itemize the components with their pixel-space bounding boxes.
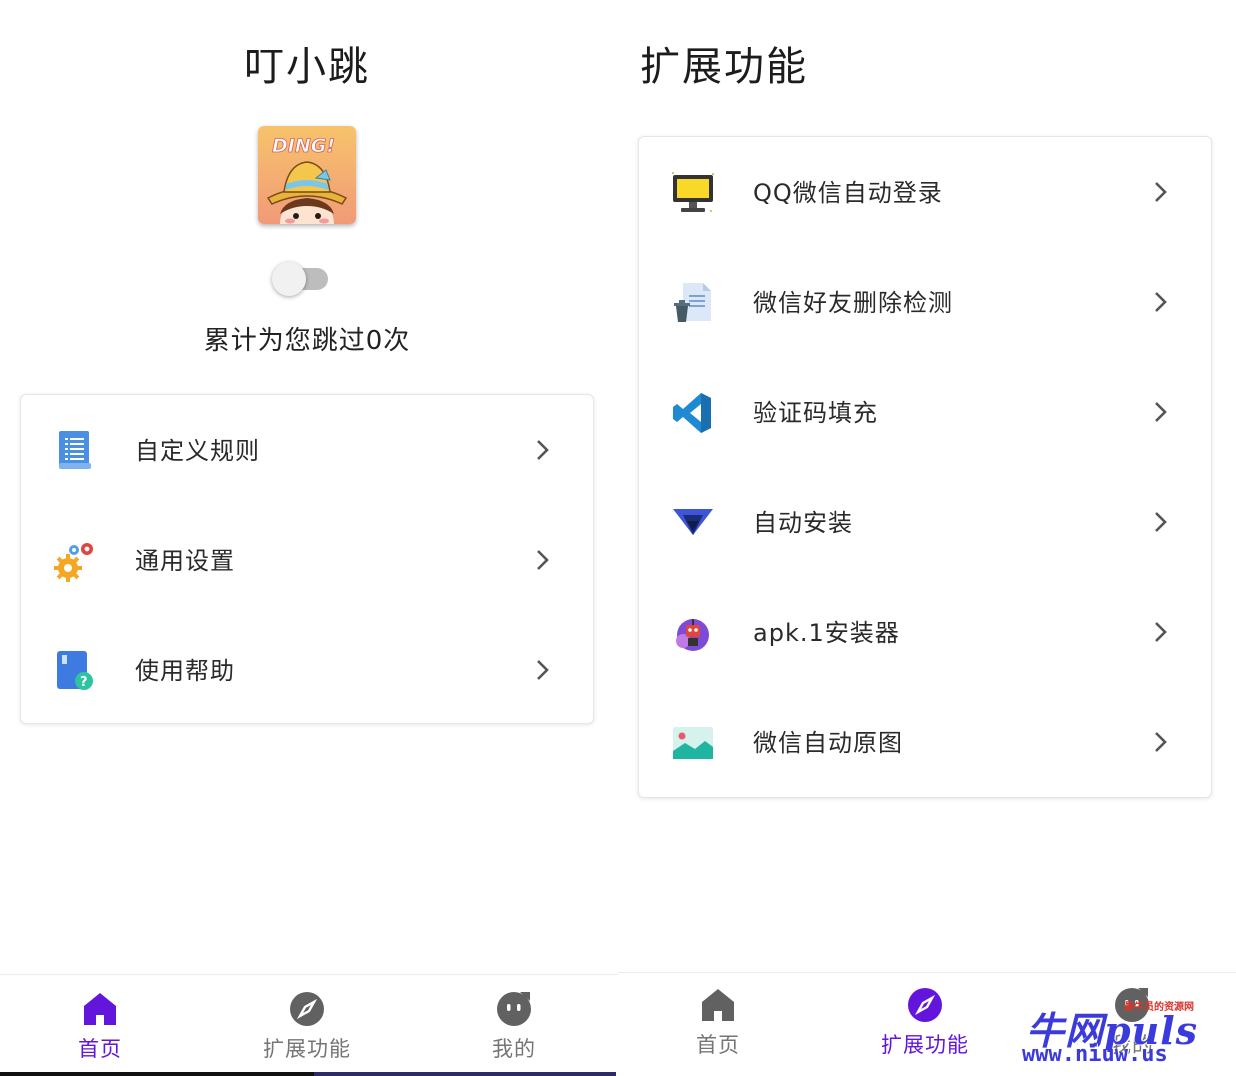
svg-text:?: ? [80,675,88,690]
home-icon [700,987,736,1023]
menu-item-label: 微信自动原图 [753,729,903,757]
nav-label: 扩展功能 [881,1033,969,1057]
menu-item-label: 自动安装 [753,509,853,537]
document-trash-icon [671,281,715,325]
skip-toggle[interactable] [272,262,330,296]
compass-icon [907,987,943,1023]
chevron-right-icon [535,547,551,573]
home-icon [82,991,118,1027]
nav-mine[interactable]: 我的 [444,989,584,1069]
nav-label: 我的 [492,1037,536,1061]
compass-icon [289,991,325,1027]
extensions-screen: 扩展功能 QQ微信自动登录 微信好友删除检测 验证码填充 自动安装 apk.1安… [618,0,1236,1076]
chevron-right-icon [1153,729,1169,755]
menu-item-label: 通用设置 [135,547,235,575]
menu-item-label: QQ微信自动登录 [753,179,943,207]
watermark: 牛网puls 最牛员的资源网 www.niuw.us [1020,996,1220,1072]
menu-item-label: 验证码填充 [753,399,878,427]
nav-label: 首页 [696,1033,740,1057]
help-book-icon: ? [53,649,97,693]
chevron-right-icon [1153,179,1169,205]
gears-icon [53,539,97,583]
toggle-knob [272,262,306,296]
app-title: 叮小跳 [244,44,370,90]
nav-label: 首页 [78,1037,122,1061]
chevron-right-icon [1153,399,1169,425]
chevron-right-icon [1153,289,1169,315]
nav-home[interactable]: 首页 [30,989,170,1069]
menu-item-label: apk.1安装器 [753,619,900,647]
vscode-icon [671,391,715,435]
home-screen: 叮小跳 DING! 累计为您跳过0次 自定义规则 通用设置 ? 使用帮助 首页 … [0,0,618,1076]
robot-icon [671,611,715,655]
menu-item-auto-original-image[interactable]: 微信自动原图 [639,687,1211,797]
landscape-image-icon [671,721,715,765]
chevron-right-icon [1153,619,1169,645]
triangle-install-icon [671,501,715,545]
menu-item-label: 自定义规则 [135,437,260,465]
menu-item-custom-rules[interactable]: 自定义规则 [21,395,593,505]
extensions-card: QQ微信自动登录 微信好友删除检测 验证码填充 自动安装 apk.1安装器 微信… [638,136,1212,798]
menu-item-auto-install[interactable]: 自动安装 [639,467,1211,577]
monitor-icon [671,171,715,215]
menu-item-label: 微信好友删除检测 [753,289,953,317]
page-title: 扩展功能 [640,44,808,90]
chevron-right-icon [535,437,551,463]
chevron-right-icon [1153,509,1169,535]
menu-item-apk-installer[interactable]: apk.1安装器 [639,577,1211,687]
watermark-url: www.niuw.us [1022,1042,1168,1067]
menu-item-help[interactable]: ? 使用帮助 [21,615,593,725]
document-list-icon [53,429,97,473]
app-logo: DING! [258,126,356,224]
chevron-right-icon [535,657,551,683]
logo-text: DING! [272,135,335,157]
menu-item-general-settings[interactable]: 通用设置 [21,505,593,615]
menu-item-friend-delete-check[interactable]: 微信好友删除检测 [639,247,1211,357]
skip-count-text: 累计为您跳过0次 [203,326,411,356]
nav-home[interactable]: 首页 [648,985,788,1065]
menu-item-captcha-fill[interactable]: 验证码填充 [639,357,1211,467]
bottom-nav: 首页 扩展功能 我的 [0,974,618,1076]
menu-item-label: 使用帮助 [135,657,235,685]
nav-extensions[interactable]: 扩展功能 [237,989,377,1069]
main-menu-card: 自定义规则 通用设置 ? 使用帮助 [20,394,594,724]
nav-extensions[interactable]: 扩展功能 [855,985,995,1065]
face-icon [496,991,532,1027]
nav-label: 扩展功能 [263,1037,351,1061]
system-bar [314,1072,616,1076]
watermark-small-text: 最牛员的资源网 [1124,1002,1194,1013]
system-bar [0,1072,314,1076]
menu-item-qq-wechat-login[interactable]: QQ微信自动登录 [639,137,1211,247]
